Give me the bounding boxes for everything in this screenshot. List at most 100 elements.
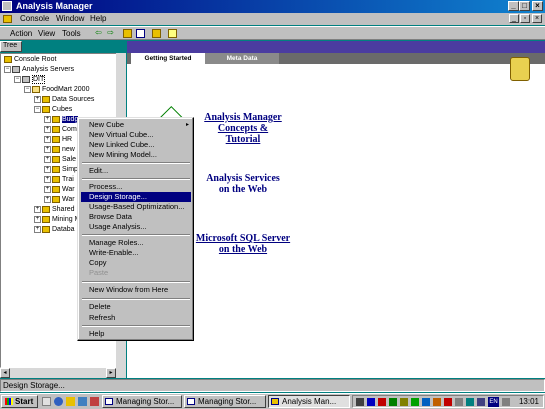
doc-close-button[interactable]: ×: [532, 14, 542, 23]
menu-item-copy[interactable]: Copy: [81, 258, 191, 268]
minimize-button[interactable]: _: [508, 1, 519, 11]
tree-node-cubes[interactable]: − Cubes: [34, 105, 72, 114]
menu-item-browse-data[interactable]: Browse Data: [81, 212, 191, 222]
tree-node-data-sources[interactable]: + Data Sources: [34, 95, 94, 104]
tray-icon[interactable]: [378, 398, 386, 406]
maximize-button[interactable]: □: [519, 1, 530, 11]
tree-horizontal-scrollbar[interactable]: ◂ ▸: [0, 368, 126, 378]
menu-bar: Console Window Help: [0, 13, 545, 25]
outlook-icon[interactable]: [66, 397, 75, 406]
quick-launch-icon[interactable]: [78, 397, 87, 406]
show-desktop-icon[interactable]: [42, 397, 51, 406]
tray-icon[interactable]: [422, 398, 430, 406]
menu-item-refresh[interactable]: Refresh: [81, 313, 191, 323]
internet-explorer-icon[interactable]: [54, 397, 63, 406]
menu-item-new-cube[interactable]: New Cube ▸: [81, 120, 191, 130]
tab-getting-started[interactable]: Getting Started: [131, 53, 205, 64]
windows-logo-icon: [5, 398, 13, 406]
menu-item-new-virtual-cube[interactable]: New Virtual Cube...: [81, 130, 191, 140]
link-analysis-services-web[interactable]: Analysis Services on the Web: [193, 173, 293, 195]
tree-node-server[interactable]: − DIT: [14, 75, 46, 84]
menu-item-write-enable[interactable]: Write-Enable...: [81, 248, 191, 258]
menu-item-usage-analysis[interactable]: Usage Analysis...: [81, 222, 191, 232]
tree-node-cube[interactable]: + Com: [44, 125, 77, 134]
taskpad-banner: [127, 41, 545, 53]
tray-icon[interactable]: [411, 398, 419, 406]
tree-node-cube[interactable]: + Trai: [44, 175, 74, 184]
clock[interactable]: 13:01: [519, 397, 539, 406]
up-folder-icon[interactable]: [123, 29, 132, 38]
menu-item-delete[interactable]: Delete: [81, 302, 191, 312]
link-concepts-tutorial[interactable]: Analysis Manager Concepts & Tutorial: [193, 112, 293, 145]
menu-item-new-linked-cube[interactable]: New Linked Cube...: [81, 140, 191, 150]
menu-window[interactable]: Window: [56, 14, 84, 23]
toolbar-view[interactable]: View: [38, 29, 55, 38]
tree-node-database[interactable]: − FoodMart 2000: [24, 85, 89, 94]
menu-item-edit[interactable]: Edit...: [81, 166, 191, 176]
taskbar-button-analysis-manager[interactable]: Analysis Man...: [268, 395, 350, 408]
status-bar: Design Storage...: [0, 379, 545, 392]
tray-icon[interactable]: [477, 398, 485, 406]
tray-icon[interactable]: [444, 398, 452, 406]
tree-node-analysis-servers[interactable]: − Analysis Servers: [4, 65, 74, 74]
title-bar[interactable]: Analysis Manager _ □ ×: [0, 0, 545, 13]
scroll-right-button[interactable]: ▸: [106, 368, 116, 378]
tree-node-console-root[interactable]: Console Root: [4, 55, 56, 64]
quick-launch-icon[interactable]: [90, 397, 99, 406]
tree-node-database-roles[interactable]: + Databa: [34, 225, 75, 234]
tree-node-cube[interactable]: + War: [44, 195, 75, 204]
scroll-left-button[interactable]: ◂: [0, 368, 10, 378]
tray-icon[interactable]: [433, 398, 441, 406]
tree-node-cube[interactable]: + War: [44, 185, 75, 194]
help-book-icon[interactable]: [168, 29, 177, 38]
menu-item-manage-roles[interactable]: Manage Roles...: [81, 238, 191, 248]
tray-icon[interactable]: [389, 398, 397, 406]
language-indicator[interactable]: EN: [488, 397, 499, 407]
tab-tree[interactable]: Tree: [0, 41, 22, 52]
tray-icon[interactable]: [455, 398, 463, 406]
menu-item-paste[interactable]: Paste: [81, 268, 191, 278]
volume-icon[interactable]: [502, 398, 510, 406]
menu-separator: [82, 281, 190, 283]
menu-console[interactable]: Console: [20, 14, 49, 23]
toolbar-action[interactable]: Action: [10, 29, 32, 38]
tray-icon[interactable]: [400, 398, 408, 406]
menu-item-usage-based-optimization[interactable]: Usage-Based Optimization...: [81, 202, 191, 212]
tree-node-cube[interactable]: + Simp: [44, 165, 78, 174]
menu-separator: [82, 298, 190, 300]
link-sql-server-web[interactable]: Microsoft SQL Server on the Web: [188, 233, 298, 255]
system-tray: EN 13:01: [352, 395, 544, 408]
start-button[interactable]: Start: [1, 395, 38, 408]
tree-node-cube[interactable]: + Sale: [44, 155, 76, 164]
tree-node-shared-dimensions[interactable]: + Shared: [34, 205, 75, 214]
forward-arrow-icon[interactable]: ⇨: [106, 29, 115, 38]
toolbar-tools[interactable]: Tools: [62, 29, 81, 38]
close-button[interactable]: ×: [532, 1, 543, 11]
menu-item-new-window[interactable]: New Window from Here: [81, 285, 191, 295]
document-icon[interactable]: [3, 15, 12, 23]
tray-icon[interactable]: [367, 398, 375, 406]
tab-meta-data[interactable]: Meta Data: [205, 53, 279, 64]
menu-item-new-mining-model[interactable]: New Mining Model...: [81, 150, 191, 160]
app-icon[interactable]: [2, 1, 12, 11]
tree-node-mining-models[interactable]: + Mining M: [34, 215, 80, 224]
tree-node-cube[interactable]: + HR: [44, 135, 72, 144]
tree-node-cube[interactable]: + new: [44, 145, 75, 154]
tray-icon[interactable]: [466, 398, 474, 406]
show-tree-icon[interactable]: [136, 29, 145, 38]
doc-restore-button[interactable]: ▫: [520, 14, 530, 23]
doc-minimize-button[interactable]: _: [509, 14, 519, 23]
tree-node-cube-budget[interactable]: + Budg: [44, 115, 79, 124]
back-arrow-icon[interactable]: ⇦: [94, 29, 103, 38]
taskbar-button-managing-storage-1[interactable]: Managing Stor...: [102, 395, 182, 408]
window-title: Analysis Manager: [16, 1, 93, 11]
menu-item-help[interactable]: Help: [81, 329, 191, 339]
tray-icon[interactable]: [356, 398, 364, 406]
menu-help[interactable]: Help: [90, 14, 106, 23]
toolbar: Action View Tools ⇦ ⇨: [0, 26, 545, 40]
menu-separator: [82, 162, 190, 164]
menu-item-design-storage[interactable]: Design Storage...: [81, 192, 191, 202]
taskbar-button-managing-storage-2[interactable]: Managing Stor...: [184, 395, 266, 408]
menu-item-process[interactable]: Process...: [81, 182, 191, 192]
export-list-icon[interactable]: [152, 29, 161, 38]
